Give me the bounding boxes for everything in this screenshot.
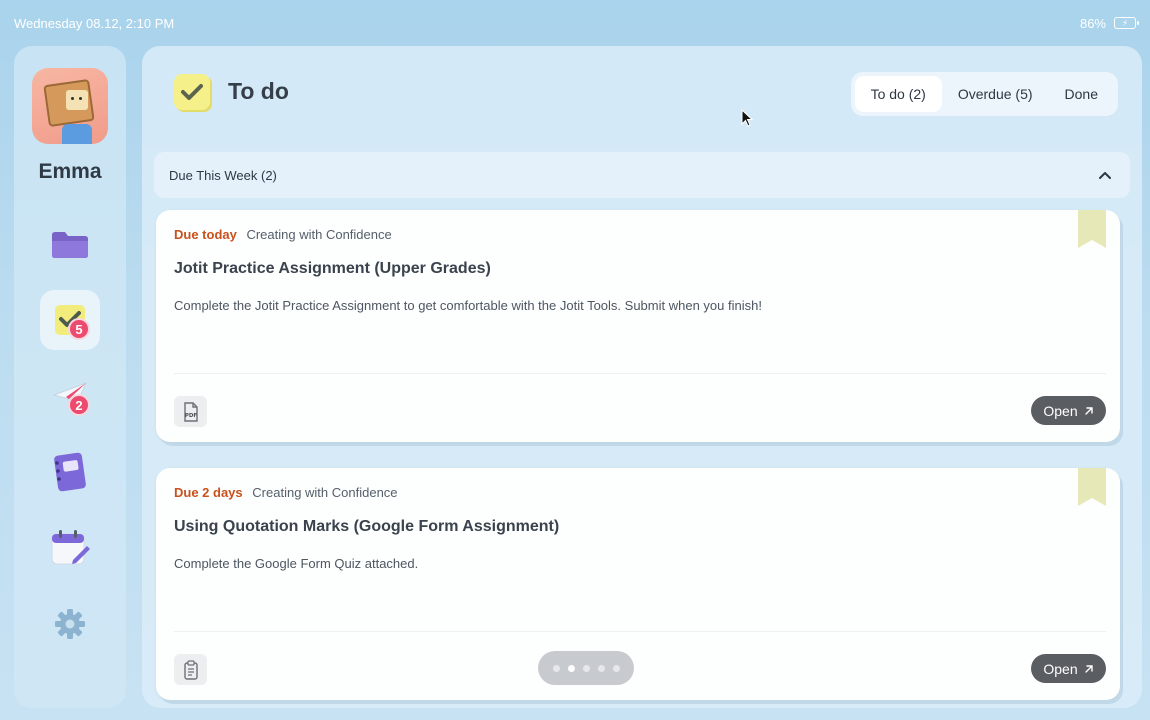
messages-count-badge: 2 <box>68 394 90 416</box>
due-label: Due 2 days <box>174 485 243 500</box>
battery-charging-icon: ⚡ <box>1114 17 1139 29</box>
gear-icon <box>55 609 85 639</box>
main-panel: To do To do (2) Overdue (5) Done Due Thi… <box>142 46 1142 708</box>
sidebar-item-todo[interactable]: 5 <box>40 290 100 350</box>
sidebar-item-settings[interactable] <box>40 594 100 654</box>
arrow-up-right-icon <box>1084 406 1093 415</box>
open-button[interactable]: Open <box>1031 654 1106 683</box>
page-dot[interactable] <box>612 664 620 672</box>
mouse-cursor-icon <box>741 109 754 127</box>
avatar[interactable] <box>32 68 108 144</box>
status-right: 86% ⚡ <box>1079 15 1139 31</box>
card-divider <box>174 373 1106 374</box>
status-datetime: Wednesday 08.12, 2:10 PM <box>14 15 175 31</box>
calendar-edit-icon <box>51 530 90 565</box>
page-dot[interactable] <box>552 664 560 672</box>
card-divider <box>174 631 1106 632</box>
status-bar: Wednesday 08.12, 2:10 PM 86% ⚡ <box>0 0 1150 46</box>
section-title: Due This Week (2) <box>169 167 277 183</box>
assignment-title: Jotit Practice Assignment (Upper Grades) <box>174 260 491 277</box>
assignment-description: Complete the Jotit Practice Assignment t… <box>174 298 762 313</box>
bookmark-icon[interactable] <box>1078 210 1106 248</box>
form-attachment-button[interactable] <box>174 654 207 685</box>
tab-to-do[interactable]: To do (2) <box>854 76 942 112</box>
course-name: Creating with Confidence <box>252 485 398 500</box>
folder-icon <box>52 232 88 258</box>
pdf-attachment-button[interactable]: PDF <box>174 396 207 427</box>
assignment-meta: Due today Creating with Confidence <box>174 227 392 242</box>
course-name: Creating with Confidence <box>246 227 392 242</box>
checkmark-note-icon <box>174 74 210 110</box>
sidebar: Emma 5 2 <box>14 46 126 708</box>
assignment-title: Using Quotation Marks (Google Form Assig… <box>174 518 560 535</box>
notebook-icon <box>54 452 86 492</box>
chevron-up-icon[interactable] <box>1098 170 1112 180</box>
open-label: Open <box>1043 660 1078 677</box>
section-due-this-week[interactable]: Due This Week (2) <box>154 152 1130 198</box>
page-dot[interactable] <box>597 664 605 672</box>
assignment-meta: Due 2 days Creating with Confidence <box>174 485 398 500</box>
page-dot-current[interactable] <box>567 664 575 672</box>
sidebar-item-folder[interactable] <box>40 214 100 274</box>
todo-count-badge: 5 <box>68 318 90 340</box>
sidebar-item-notebook[interactable] <box>40 442 100 502</box>
sidebar-item-calendar[interactable] <box>40 518 100 578</box>
username: Emma <box>38 160 102 183</box>
tab-done[interactable]: Done <box>1049 76 1114 112</box>
filter-tabs: To do (2) Overdue (5) Done <box>850 72 1118 116</box>
tab-overdue[interactable]: Overdue (5) <box>942 76 1049 112</box>
open-label: Open <box>1043 402 1078 419</box>
arrow-up-right-icon <box>1084 664 1093 673</box>
battery-percent: 86% <box>1079 15 1106 31</box>
pdf-label: PDF <box>184 413 197 419</box>
page-title: To do <box>228 78 289 104</box>
due-label: Due today <box>174 227 237 242</box>
clipboard-icon <box>183 659 198 680</box>
bookmark-icon[interactable] <box>1078 468 1106 506</box>
open-button[interactable]: Open <box>1031 396 1106 425</box>
page-header: To do To do (2) Overdue (5) Done <box>142 46 1142 138</box>
assignment-description: Complete the Google Form Quiz attached. <box>174 556 419 571</box>
page-dot[interactable] <box>582 664 590 672</box>
assignment-card[interactable]: Due 2 days Creating with Confidence Usin… <box>156 468 1120 700</box>
assignment-card[interactable]: Due today Creating with Confidence Jotit… <box>156 210 1120 442</box>
pdf-file-icon: PDF <box>183 401 198 422</box>
sidebar-item-messages[interactable]: 2 <box>40 366 100 426</box>
page-indicator[interactable] <box>538 651 634 685</box>
